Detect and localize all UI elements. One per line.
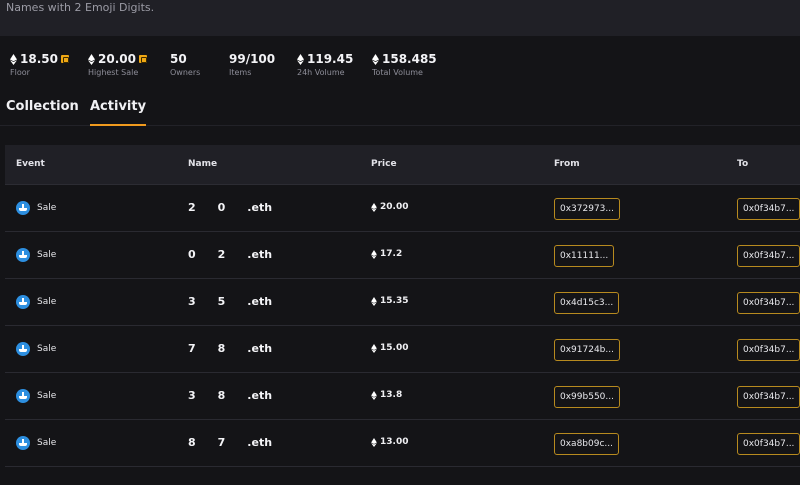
stat-value: 99/100	[229, 52, 276, 66]
from-address-button[interactable]: 0x11111...	[554, 245, 615, 267]
to-address-button[interactable]: 0x0f34b7...	[737, 198, 800, 220]
stats-bar: 18.50 Floor 20.00 Highest Sale 50 Owners…	[0, 50, 800, 84]
marketplace-badge-icon	[60, 55, 69, 63]
stat-label: Items	[229, 68, 252, 77]
price-value: 13.00	[380, 437, 409, 447]
to-address-button[interactable]: 0x0f34b7...	[737, 339, 800, 361]
sale-icon	[16, 295, 30, 309]
ens-name-link[interactable]: 3 5 .eth	[188, 295, 272, 308]
eth-icon	[371, 249, 377, 259]
to-address-button[interactable]: 0x0f34b7...	[737, 245, 800, 267]
stat-value: 158.485	[382, 52, 437, 66]
event-cell: Sale	[16, 248, 56, 262]
activity-table: Event Name Price From To Sale 2 0 .eth 2…	[5, 145, 800, 467]
stat-owners: 50 Owners	[170, 50, 200, 77]
eth-icon	[371, 343, 377, 353]
collection-header: Names with 2 Emoji Digits.	[0, 0, 800, 36]
from-address-button[interactable]: 0x99b550...	[554, 386, 620, 408]
price-value: 15.00	[380, 343, 409, 353]
event-cell: Sale	[16, 436, 56, 450]
stat-value: 119.45	[307, 52, 354, 66]
eth-icon	[88, 53, 95, 65]
table-row[interactable]: Sale 8 7 .eth 13.00 0xa8b09c... 0x0f34b7…	[5, 420, 800, 467]
column-header-price: Price	[371, 159, 397, 169]
price-cell: 13.8	[371, 390, 402, 400]
eth-icon	[371, 202, 377, 212]
eth-icon	[372, 53, 379, 65]
event-label: Sale	[37, 203, 57, 213]
tab-collection[interactable]: Collection	[6, 99, 79, 114]
table-row[interactable]: Sale 2 0 .eth 20.00 0x372973... 0x0f34b7…	[5, 185, 800, 232]
price-value: 17.2	[380, 249, 403, 259]
tab-activity[interactable]: Activity	[90, 99, 147, 126]
sale-icon	[16, 342, 30, 356]
column-header-from: From	[554, 159, 580, 169]
stat-label: Total Volume	[372, 68, 423, 77]
stat-24h-volume: 119.45 24h Volume	[297, 50, 353, 77]
stat-value: 18.50	[20, 52, 58, 66]
sale-icon	[16, 248, 30, 262]
stat-highest-sale: 20.00 Highest Sale	[88, 50, 147, 77]
price-value: 15.35	[380, 296, 409, 306]
event-cell: Sale	[16, 201, 56, 215]
eth-icon	[371, 437, 377, 447]
column-header-to: To	[737, 159, 749, 169]
column-header-name: Name	[188, 159, 218, 169]
event-cell: Sale	[16, 342, 56, 356]
stat-label: Owners	[170, 68, 201, 77]
stat-value: 20.00	[98, 52, 136, 66]
from-address-button[interactable]: 0xa8b09c...	[554, 433, 619, 455]
price-cell: 17.2	[371, 249, 402, 259]
table-body: Sale 2 0 .eth 20.00 0x372973... 0x0f34b7…	[5, 185, 800, 467]
sale-icon	[16, 389, 30, 403]
stat-items: 99/100 Items	[229, 50, 275, 77]
table-row[interactable]: Sale 3 8 .eth 13.8 0x99b550... 0x0f34b7.…	[5, 373, 800, 420]
from-address-button[interactable]: 0x91724b...	[554, 339, 620, 361]
ens-name-link[interactable]: 0 2 .eth	[188, 248, 272, 261]
table-row[interactable]: Sale 7 8 .eth 15.00 0x91724b... 0x0f34b7…	[5, 326, 800, 373]
column-header-event: Event	[16, 159, 45, 169]
stat-label: Floor	[10, 68, 30, 77]
to-address-button[interactable]: 0x0f34b7...	[737, 433, 800, 455]
to-address-button[interactable]: 0x0f34b7...	[737, 386, 800, 408]
to-address-button[interactable]: 0x0f34b7...	[737, 292, 800, 314]
eth-icon	[371, 390, 377, 400]
sale-icon	[16, 201, 30, 215]
eth-icon	[371, 296, 377, 306]
event-label: Sale	[37, 344, 57, 354]
tab-bar: Collection Activity	[0, 96, 800, 126]
table-row[interactable]: Sale 0 2 .eth 17.2 0x11111... 0x0f34b7..…	[5, 232, 800, 279]
stat-label: Highest Sale	[88, 68, 139, 77]
stat-total-volume: 158.485 Total Volume	[372, 50, 437, 77]
event-label: Sale	[37, 297, 57, 307]
price-cell: 15.35	[371, 296, 408, 306]
event-label: Sale	[37, 438, 57, 448]
marketplace-badge-icon	[138, 55, 147, 63]
stat-floor: 18.50 Floor	[10, 50, 69, 77]
collection-description: Names with 2 Emoji Digits.	[6, 1, 155, 14]
from-address-button[interactable]: 0x4d15c3...	[554, 292, 620, 314]
ens-name-link[interactable]: 2 0 .eth	[188, 201, 272, 214]
stat-label: 24h Volume	[297, 68, 345, 77]
ens-name-link[interactable]: 8 7 .eth	[188, 436, 272, 449]
eth-icon	[10, 53, 17, 65]
table-row[interactable]: Sale 3 5 .eth 15.35 0x4d15c3... 0x0f34b7…	[5, 279, 800, 326]
sale-icon	[16, 436, 30, 450]
event-cell: Sale	[16, 295, 56, 309]
event-label: Sale	[37, 250, 57, 260]
event-label: Sale	[37, 391, 57, 401]
ens-name-link[interactable]: 7 8 .eth	[188, 342, 272, 355]
price-cell: 13.00	[371, 437, 408, 447]
event-cell: Sale	[16, 389, 56, 403]
table-header: Event Name Price From To	[5, 145, 800, 185]
from-address-button[interactable]: 0x372973...	[554, 198, 620, 220]
price-cell: 20.00	[371, 202, 408, 212]
price-cell: 15.00	[371, 343, 408, 353]
price-value: 20.00	[380, 202, 409, 212]
eth-icon	[297, 53, 304, 65]
price-value: 13.8	[380, 390, 403, 400]
stat-value: 50	[170, 52, 187, 66]
ens-name-link[interactable]: 3 8 .eth	[188, 389, 272, 402]
